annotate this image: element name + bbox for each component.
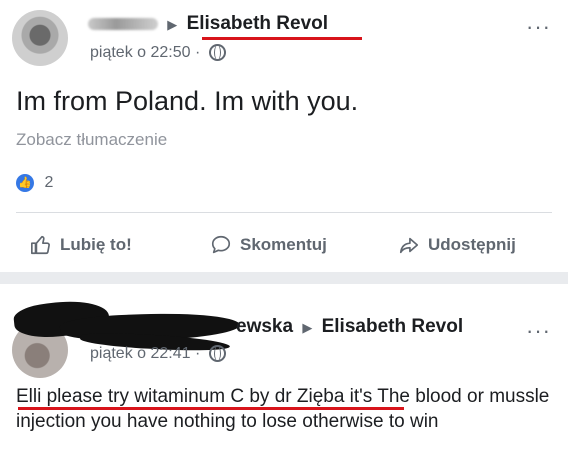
comment-button-label: Skomentuj <box>240 235 327 254</box>
author-avatar[interactable] <box>12 10 68 66</box>
author-name-suffix[interactable]: ewska <box>236 316 293 337</box>
red-underline <box>202 37 362 40</box>
comment-bubble-icon <box>211 235 231 254</box>
like-button-label: Lubię to! <box>60 235 132 254</box>
arrow-right-icon: ▶ <box>167 17 178 32</box>
see-translation-link[interactable]: Zobacz tłumaczenie <box>16 130 167 150</box>
post-header: ▶ Elisabeth Revol <box>88 13 328 35</box>
globe-icon <box>208 345 226 363</box>
arrow-right-icon: ▶ <box>302 320 313 335</box>
thumbs-up-icon: 👍 <box>16 174 34 192</box>
share-arrow-icon <box>399 237 419 254</box>
thumbs-up-icon <box>31 235 50 255</box>
like-button[interactable]: Lubię to! <box>30 230 132 260</box>
timestamp[interactable]: piątek o 22:50 <box>90 44 191 61</box>
post-message: Im from Poland. Im with you. <box>16 86 359 116</box>
target-profile-link[interactable]: Elisabeth Revol <box>187 13 329 34</box>
blurred-author-name[interactable] <box>88 17 158 30</box>
more-options-icon[interactable]: ··· <box>526 318 551 344</box>
post-meta: piątek o 22:41 · <box>90 345 226 363</box>
timestamp[interactable]: piątek o 22:41 <box>90 345 191 362</box>
meta-separator: · <box>194 44 201 61</box>
divider <box>16 212 552 213</box>
comment-button[interactable]: Skomentuj <box>210 230 327 260</box>
post-meta: piątek o 22:50 · <box>90 44 226 62</box>
share-button[interactable]: Udostępnij <box>398 230 516 260</box>
target-profile-link[interactable]: Elisabeth Revol <box>322 316 464 337</box>
post-card-1: ▶ Elisabeth Revol piątek o 22:50 · ··· I… <box>0 0 568 272</box>
share-button-label: Udostępnij <box>428 235 516 254</box>
globe-icon <box>208 44 226 62</box>
like-count: 2 <box>44 174 54 192</box>
red-underline <box>18 407 404 410</box>
feed-separator <box>0 272 568 284</box>
more-options-icon[interactable]: ··· <box>526 14 551 40</box>
reaction-summary[interactable]: 👍 2 <box>16 174 53 192</box>
meta-separator: · <box>194 345 201 362</box>
post-header: ewska ▶ Elisabeth Revol <box>236 316 463 338</box>
